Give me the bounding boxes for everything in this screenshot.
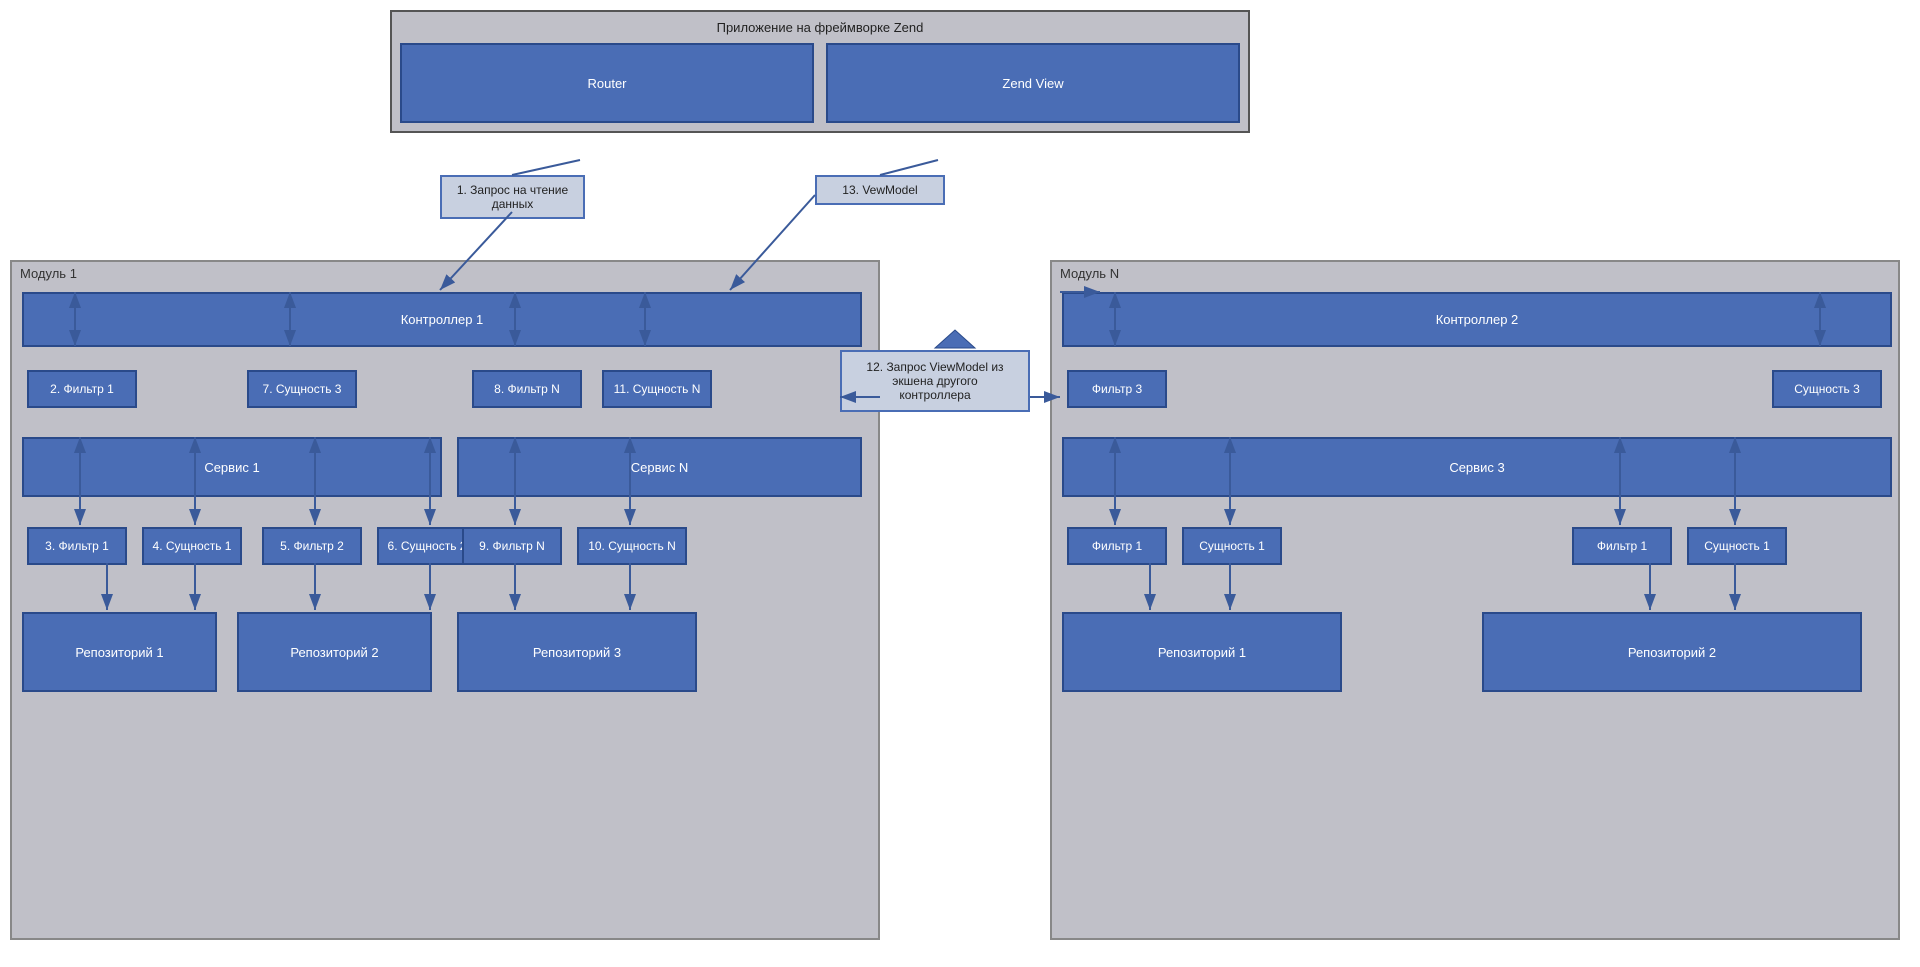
repoN2-box: Репозиторий 2 (1482, 612, 1862, 692)
app-container: Приложение на фреймворке Zend Router Zen… (390, 10, 1250, 133)
moduleN-container: Модуль N Контроллер 2 Фильтр 3 Сущность … (1050, 260, 1900, 940)
filterN1a-box: Фильтр 1 (1067, 527, 1167, 565)
router-box: Router (400, 43, 814, 123)
filter8-box: 8. Фильтр N (472, 370, 582, 408)
serviceN-box: Сервис N (457, 437, 862, 497)
repo1-box: Репозиторий 1 (22, 612, 217, 692)
controller1-box: Контроллер 1 (22, 292, 862, 347)
moduleN-label: Модуль N (1052, 262, 1898, 285)
filter5-box: 5. Фильтр 2 (262, 527, 362, 565)
entityN1a-box: Сущность 1 (1182, 527, 1282, 565)
repoN1-box: Репозиторий 1 (1062, 612, 1342, 692)
controller2-box: Контроллер 2 (1062, 292, 1892, 347)
zendview-label: Zend View (1002, 76, 1063, 91)
entity7-box: 7. Сущность 3 (247, 370, 357, 408)
diagram-container: Приложение на фреймворке Zend Router Zen… (0, 0, 1920, 967)
filterN3-box: Фильтр 3 (1067, 370, 1167, 408)
callout-13-text: 13. VewModel (842, 183, 917, 197)
router-label: Router (587, 76, 626, 91)
repo2-box: Репозиторий 2 (237, 612, 432, 692)
callout-12-text: 12. Запрос ViewModel изэкшена другогокон… (866, 360, 1003, 402)
entity10-box: 10. Сущность N (577, 527, 687, 565)
callout-12: 12. Запрос ViewModel изэкшена другогокон… (840, 350, 1030, 412)
module1-container: Модуль 1 Контроллер 1 2. Фильтр 1 7. Сущ… (10, 260, 880, 940)
callout-13: 13. VewModel (815, 175, 945, 205)
callout-1: 1. Запрос на чтениеданных (440, 175, 585, 219)
entity11-box: 11. Сущность N (602, 370, 712, 408)
service3-box: Сервис 3 (1062, 437, 1892, 497)
module1-label: Модуль 1 (12, 262, 878, 285)
app-title: Приложение на фреймворке Zend (400, 20, 1240, 35)
entityN3-box: Сущность 3 (1772, 370, 1882, 408)
entityN1b-box: Сущность 1 (1687, 527, 1787, 565)
entity4-box: 4. Сущность 1 (142, 527, 242, 565)
filter3-box: 3. Фильтр 1 (27, 527, 127, 565)
filterN1b-box: Фильтр 1 (1572, 527, 1672, 565)
repo3-box: Репозиторий 3 (457, 612, 697, 692)
filter9-box: 9. Фильтр N (462, 527, 562, 565)
zendview-box: Zend View (826, 43, 1240, 123)
callout-1-text: 1. Запрос на чтениеданных (457, 183, 568, 211)
service1-box: Сервис 1 (22, 437, 442, 497)
filter2-box: 2. Фильтр 1 (27, 370, 137, 408)
